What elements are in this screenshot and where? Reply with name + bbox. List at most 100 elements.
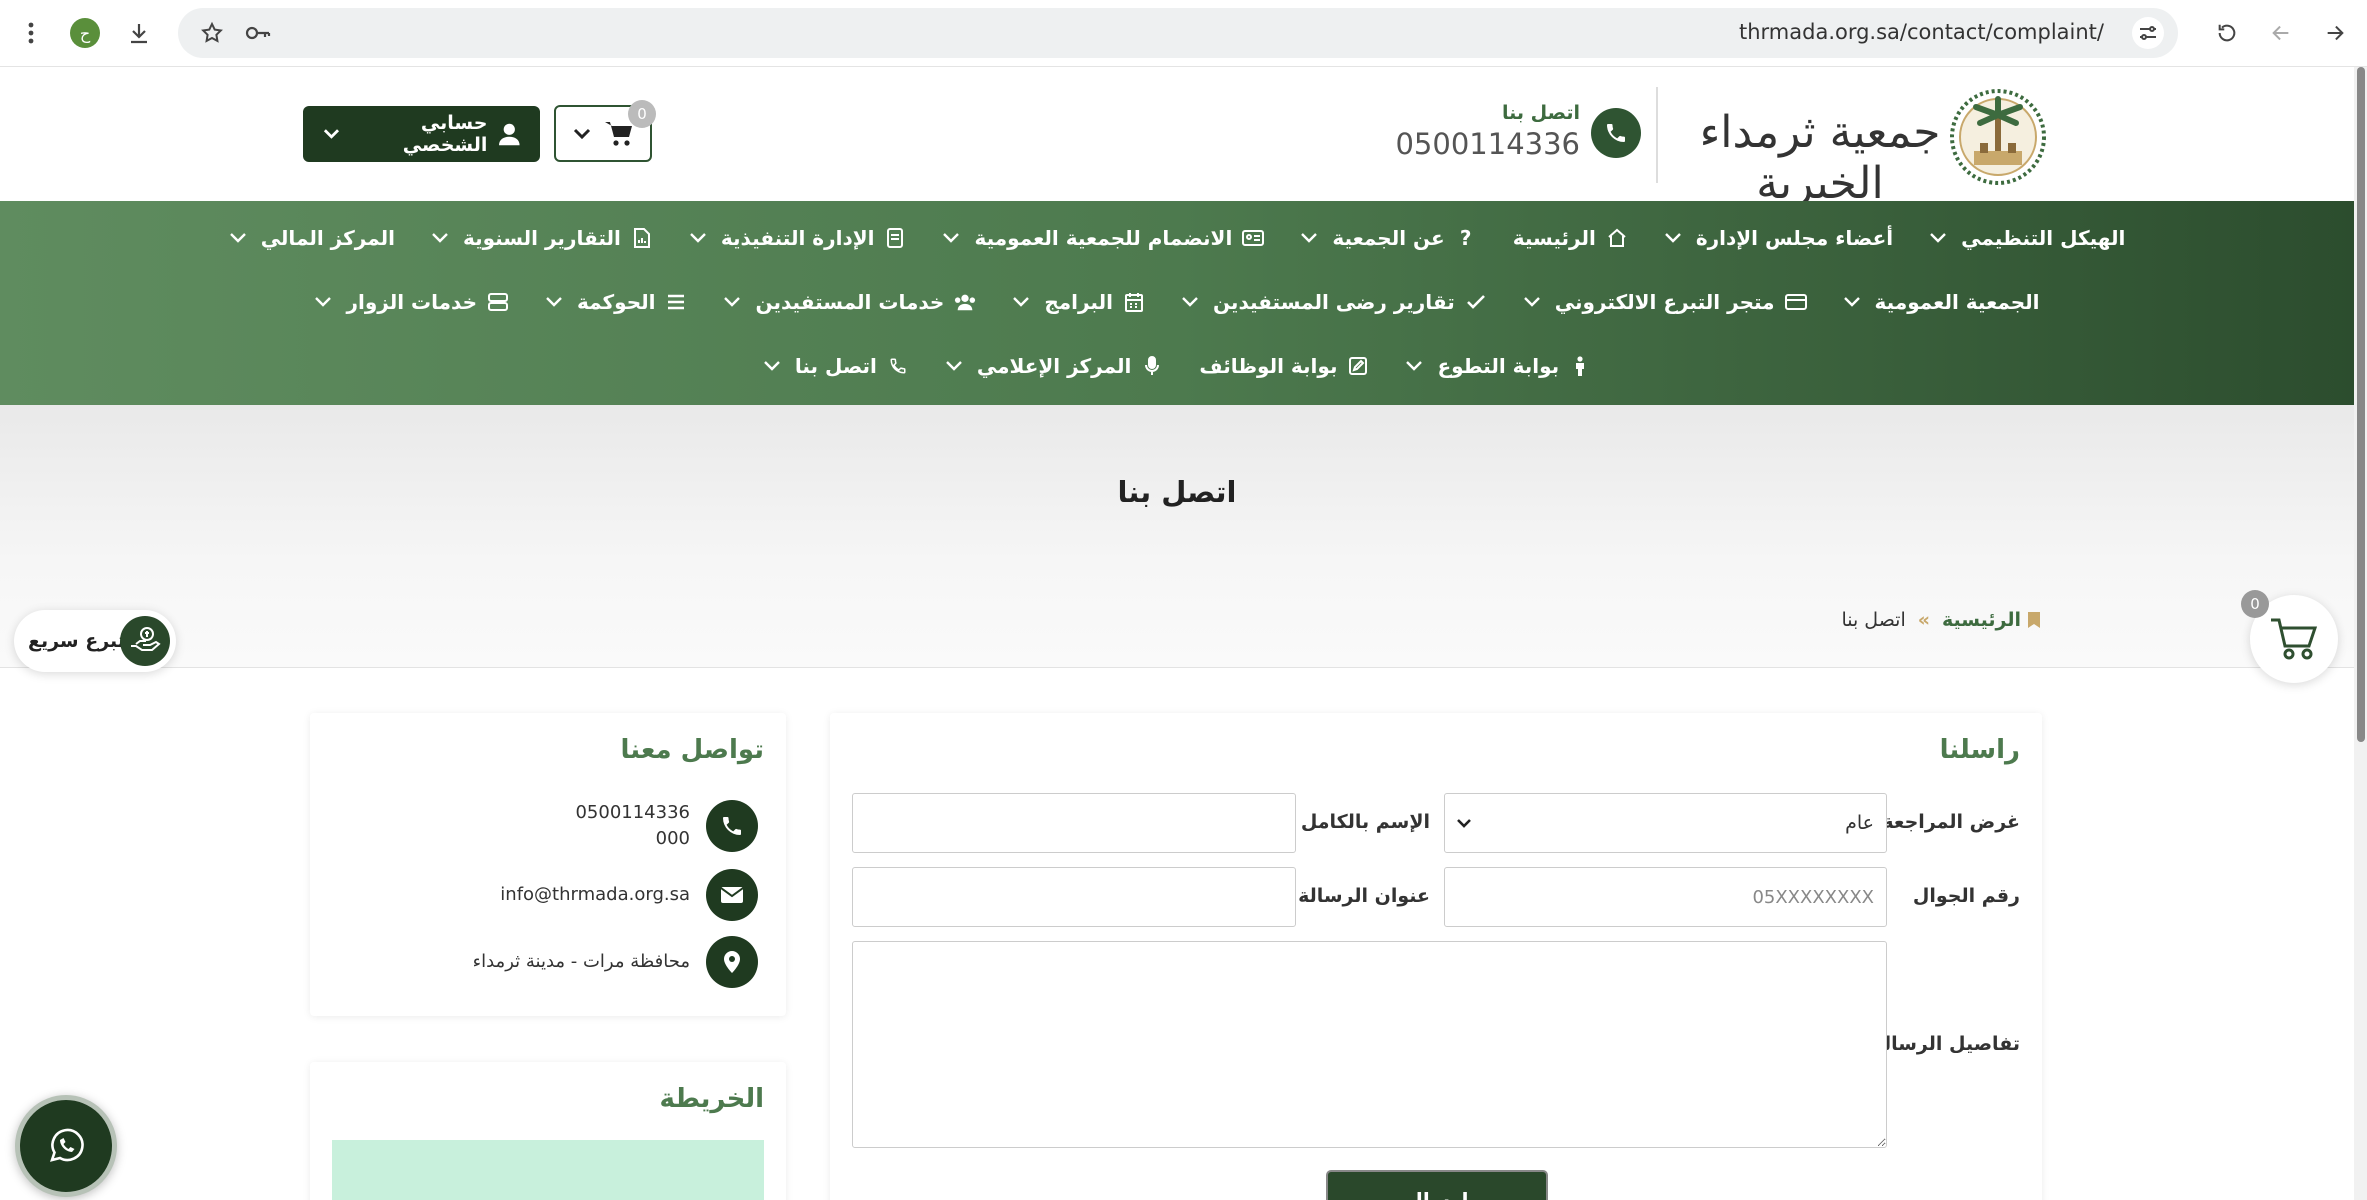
nav-row-3: بوابة التطوع بوابة الوظائف المركز الإعلا… [0,343,2354,389]
forward-icon[interactable] [2318,16,2352,50]
contact-info-card: تواصل معنا 0500114336 000 info@thrmada.o… [310,713,786,1016]
star-icon[interactable] [196,17,228,49]
nav-label: تقارير رضى المستفيدين [1212,290,1455,314]
phone-icon [887,355,909,377]
nav-item-annual-reports[interactable]: التقارير السنوية [431,226,653,250]
nav-label: الجمعية العمومية [1874,290,2040,314]
menu-icon[interactable] [14,16,48,50]
chevron-down-icon [724,297,741,307]
chevron-down-icon [943,233,960,243]
page-scrollbar[interactable] [2354,67,2367,1200]
nav-item-donation-store[interactable]: متجر التبرع الالكتروني [1523,290,1807,314]
breadcrumb-home[interactable]: الرئيسية [1942,609,2021,631]
back-icon[interactable] [2264,16,2298,50]
bookmark-icon [2028,612,2040,628]
credit-card-icon [1784,291,1807,313]
nav-label: أعضاء مجلس الإدارة [1695,226,1894,250]
nav-item-home[interactable]: الرئيسية [1513,226,1628,250]
chevron-down-icon [546,297,562,307]
nav-item-media-center[interactable]: المركز الإعلامي [945,354,1163,378]
microphone-icon [1141,355,1163,377]
page-title: اتصل بنا [1117,475,1237,509]
breadcrumb: الرئيسية » اتصل بنا [1835,609,2041,631]
chevron-down-icon [1301,233,1318,243]
nav-item-jobs-portal[interactable]: بوابة الوظائف [1199,354,1369,378]
reload-icon[interactable] [2210,16,2244,50]
nav-item-financial-center[interactable]: المركز المالي [229,226,395,250]
scrollbar-thumb[interactable] [2357,67,2365,742]
quick-donate-label: تبرع سريع [28,630,125,652]
chevron-down-icon [315,297,332,307]
header-contact-phone[interactable]: 0500114336 [1395,127,1580,161]
contact-phone-row: 0500114336 000 [575,800,758,852]
mobile-input[interactable] [1444,867,1887,927]
file-icon [884,227,906,249]
quick-donate-button[interactable]: تبرع سريع [14,610,176,672]
details-textarea[interactable] [852,941,1887,1148]
nav-item-org-structure[interactable]: الهيكل التنظيمي [1929,226,2125,250]
extension-icon[interactable]: ح [70,18,100,48]
cart-icon [604,121,632,146]
nav-item-executive[interactable]: الإدارة التنفيذية [689,226,907,250]
list-icon [665,291,687,313]
password-key-icon[interactable] [242,17,274,49]
report-icon [631,227,653,249]
logo-text: جمعية ثرمداء الخيرية [1699,107,1941,209]
chevron-down-icon [1182,297,1198,307]
phone-icon[interactable] [1591,108,1641,158]
nav-item-join-assembly[interactable]: الانضمام للجمعية العمومية [942,226,1265,250]
chevron-down-icon [1930,233,1947,243]
nav-label: المركز المالي [260,226,395,250]
site-settings-icon[interactable] [2132,17,2164,49]
nav-item-volunteer-portal[interactable]: بوابة التطوع [1405,354,1591,378]
contact-email[interactable]: info@thrmada.org.sa [500,882,690,908]
subject-input[interactable] [852,867,1296,927]
chevron-down-icon [1013,297,1030,307]
nav-item-programs[interactable]: البرامج [1012,290,1145,314]
chevron-down-icon [323,129,340,139]
send-button[interactable]: إرسال [1326,1170,1548,1200]
address-bar[interactable]: thrmada.org.sa/contact/complaint/ [178,8,2178,58]
nav-item-general-assembly[interactable]: الجمعية العمومية [1843,290,2040,314]
chevron-down-icon [432,233,448,243]
header-contact-title: اتصل بنا [1502,102,1580,124]
nav-item-satisfaction-reports[interactable]: تقارير رضى المستفيدين [1181,290,1487,314]
contact-phone-text[interactable]: 0500114336 000 [575,800,690,852]
nav-label: بوابة التطوع [1437,354,1560,378]
nav-item-visitor-services[interactable]: خدمات الزوار [314,290,509,314]
users-icon [954,291,976,313]
details-label: تفاصيل الرسالة [1872,1033,2020,1055]
chevron-down-icon [1664,233,1681,243]
chevron-down-icon [1843,297,1860,307]
nav-item-board-members[interactable]: أعضاء مجلس الإدارة [1664,226,1893,250]
mobile-label: رقم الجوال [1912,885,2020,907]
chevron-down-icon [573,128,590,139]
site-logo[interactable]: جمعية ثرمداء الخيرية [1690,85,2050,209]
nav-label: عن الجمعية [1332,226,1445,250]
purpose-select[interactable]: عام [1444,793,1887,853]
download-icon[interactable] [122,16,156,50]
nav-row-2: الجمعية العمومية متجر التبرع الالكتروني … [0,279,2354,325]
main-navigation: الهيكل التنظيمي أعضاء مجلس الإدارة الرئي… [0,201,2354,405]
chevron-down-icon [1457,819,1471,828]
nav-label: الانضمام للجمعية العمومية [974,226,1233,250]
breadcrumb-separator: » [1917,609,1931,631]
account-label: حسابي الشخصي [402,112,488,156]
nav-item-governance[interactable]: الحوكمة [545,290,688,314]
question-icon: ? [1459,226,1472,250]
nav-label: البرامج [1044,290,1113,314]
whatsapp-button[interactable] [15,1095,117,1197]
person-icon [1569,355,1591,377]
chevron-down-icon [229,233,246,243]
account-button[interactable]: حسابي الشخصي [303,106,540,162]
nav-item-about[interactable]: ? عن الجمعية [1300,226,1476,250]
nav-label: الهيكل التنظيمي [1961,226,2126,250]
nav-item-contact-us[interactable]: اتصل بنا [763,354,909,378]
whatsapp-icon [50,1128,84,1162]
contact-address-row: محافظة مرات - مدينة ثرمداء [473,936,758,988]
envelope-icon [706,869,758,921]
full-name-input[interactable] [852,793,1296,853]
nav-item-beneficiary-services[interactable]: خدمات المستفيدين [723,290,976,314]
check-icon [1465,291,1487,313]
map-embed[interactable] [332,1140,764,1200]
